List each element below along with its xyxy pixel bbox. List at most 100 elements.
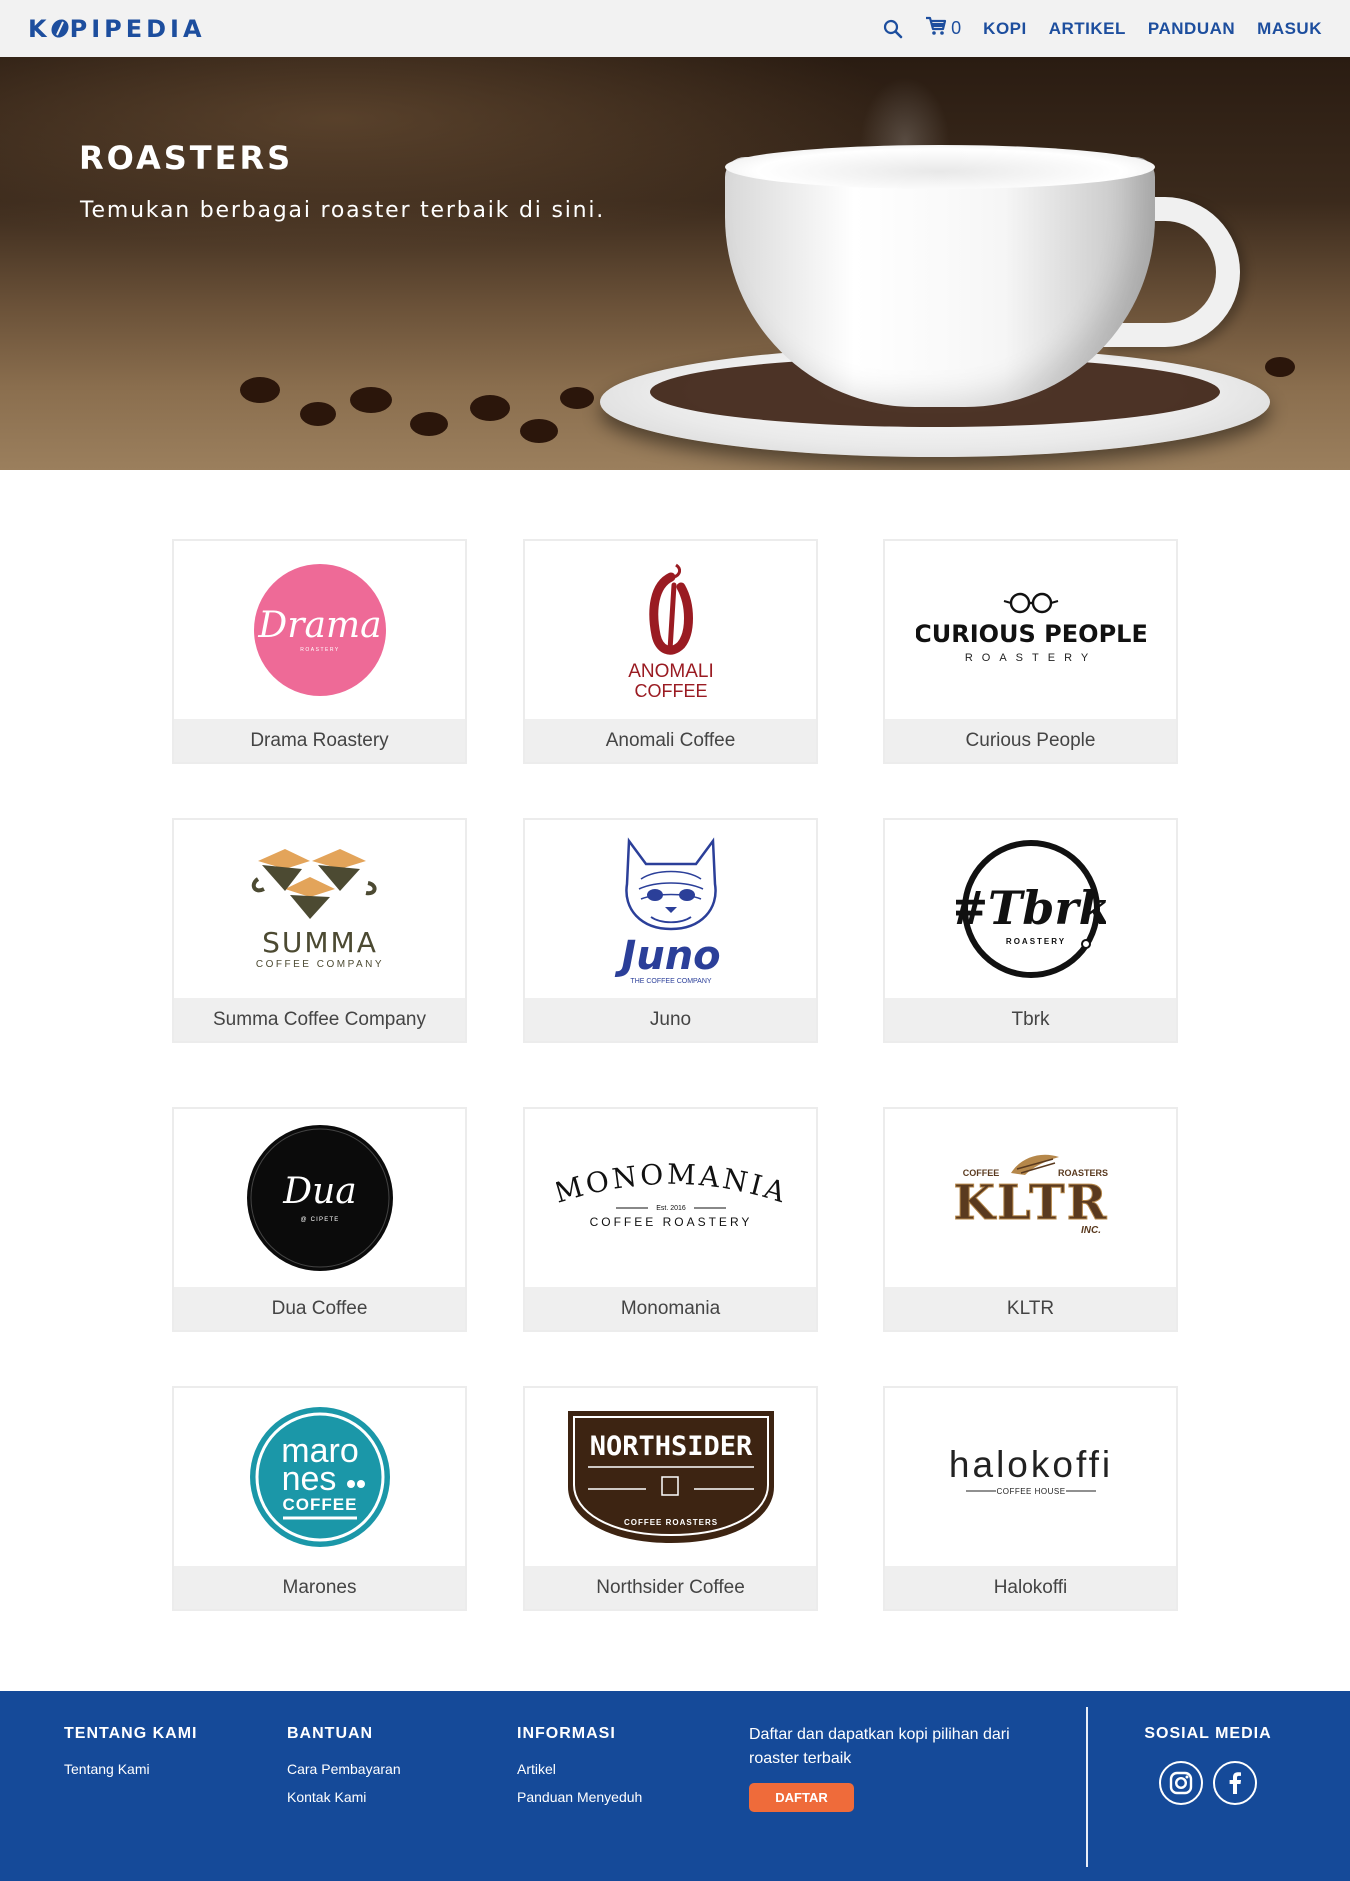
footer-link-kontak-kami[interactable]: Kontak Kami [287, 1789, 401, 1805]
footer-help: BANTUAN Cara Pembayaran Kontak Kami [287, 1725, 401, 1817]
footer-heading: TENTANG KAMI [64, 1725, 198, 1742]
hero-banner: ROASTERS Temukan berbagai roaster terbai… [0, 57, 1350, 470]
roaster-card-marones[interactable]: maro nes COFFEE Marones [172, 1386, 467, 1611]
svg-text:COFFEE ROASTERS: COFFEE ROASTERS [623, 1518, 717, 1527]
coffee-bean-decoration [300, 402, 336, 426]
roaster-card-monomania[interactable]: MONOMANIA Est. 2016 COFFEE ROASTERY Mono… [523, 1107, 818, 1332]
roaster-card-dua[interactable]: Dua @ CIPETE Dua Coffee [172, 1107, 467, 1332]
search-icon[interactable] [883, 19, 903, 39]
social-icons [1143, 1761, 1273, 1805]
roaster-name: Dua Coffee [174, 1287, 465, 1330]
roaster-name: Juno [525, 998, 816, 1041]
drama-logo: Drama ROASTERY [253, 564, 386, 696]
nav-panduan[interactable]: PANDUAN [1148, 19, 1235, 39]
roaster-name: Anomali Coffee [525, 719, 816, 762]
coffee-bean-decoration [410, 412, 448, 436]
tbrk-logo: #Tbrk ROASTERY [956, 840, 1106, 978]
footer-link-panduan-menyeduh[interactable]: Panduan Menyeduh [517, 1789, 642, 1805]
svg-text:INC.: INC. [1081, 1225, 1101, 1236]
svg-text:ROASTERY: ROASTERY [300, 647, 339, 653]
roaster-logo: COFFEE ROASTERS KLTR INC. [885, 1109, 1176, 1287]
svg-text:ANOMALI: ANOMALI [628, 661, 714, 682]
footer-heading: BANTUAN [287, 1725, 374, 1742]
coffee-bean-decoration [1265, 357, 1295, 377]
daftar-button[interactable]: DAFTAR [749, 1783, 854, 1812]
top-navbar: K PIPEDIA 0 KOPI ARTIKEL PANDUAN MASUK [0, 0, 1350, 57]
halokoffi-logo: halokoffi COFFEE HOUSE [948, 1444, 1112, 1496]
cart-icon [925, 16, 947, 41]
nav-masuk[interactable]: MASUK [1257, 19, 1322, 39]
northsider-logo: NORTHSIDER COFFEE ROASTERS [567, 1411, 774, 1543]
svg-text:COFFEE: COFFEE [634, 681, 707, 701]
svg-text:@ CIPETE: @ CIPETE [300, 1217, 339, 1223]
svg-text:COFFEE COMPANY: COFFEE COMPANY [255, 959, 383, 970]
cart-count: 0 [951, 18, 962, 38]
dua-logo: Dua @ CIPETE [246, 1125, 393, 1271]
svg-text:ROASTERY: ROASTERY [964, 652, 1096, 664]
svg-text:CURIOUS PEOPLE: CURIOUS PEOPLE [916, 620, 1146, 648]
footer-link-cara-pembayaran[interactable]: Cara Pembayaran [287, 1761, 401, 1777]
svg-text:MONOMANIA: MONOMANIA [556, 1158, 786, 1210]
facebook-icon[interactable] [1213, 1761, 1257, 1805]
footer-link-tentang-kami[interactable]: Tentang Kami [64, 1761, 197, 1777]
roaster-card-curious-people[interactable]: CURIOUS PEOPLE ROASTERY Curious People [883, 539, 1178, 764]
svg-text:ROASTERY: ROASTERY [1005, 937, 1065, 946]
roaster-name: Northsider Coffee [525, 1566, 816, 1609]
roaster-logo: #Tbrk ROASTERY [885, 820, 1176, 998]
site-logo[interactable]: K PIPEDIA [28, 15, 206, 43]
site-footer: TENTANG KAMI Tentang Kami BANTUAN Cara P… [0, 1691, 1350, 1881]
roaster-name: Halokoffi [885, 1566, 1176, 1609]
monomania-logo: MONOMANIA Est. 2016 COFFEE ROASTERY [556, 1158, 786, 1229]
roaster-logo: ANOMALI COFFEE [525, 541, 816, 719]
coffee-bean-decoration [520, 419, 558, 443]
nav-artikel[interactable]: ARTIKEL [1049, 19, 1126, 39]
roaster-name: Summa Coffee Company [174, 998, 465, 1041]
svg-text:#Tbrk: #Tbrk [956, 881, 1106, 935]
svg-text:Est. 2016: Est. 2016 [656, 1205, 686, 1212]
svg-text:COFFEE: COFFEE [282, 1495, 357, 1514]
page-subtitle: Temukan berbagai roaster terbaik di sini… [80, 198, 606, 223]
roaster-card-tbrk[interactable]: #Tbrk ROASTERY Tbrk [883, 818, 1178, 1043]
footer-link-artikel[interactable]: Artikel [517, 1761, 642, 1777]
footer-social: SOSIAL MEDIA [1143, 1725, 1273, 1805]
roaster-card-kltr[interactable]: COFFEE ROASTERS KLTR INC. KLTR [883, 1107, 1178, 1332]
cart-button[interactable]: 0 [925, 16, 961, 41]
svg-text:THE COFFEE COMPANY: THE COFFEE COMPANY [630, 978, 711, 985]
nav-kopi[interactable]: KOPI [983, 19, 1027, 39]
svg-text:COFFEE HOUSE: COFFEE HOUSE [996, 1487, 1065, 1496]
roaster-logo: halokoffi COFFEE HOUSE [885, 1388, 1176, 1566]
promo-text: Daftar dan dapatkan kopi pilihan dari ro… [749, 1726, 1010, 1767]
roaster-name: Drama Roastery [174, 719, 465, 762]
roaster-logo: Juno THE COFFEE COMPANY [525, 820, 816, 998]
roaster-card-summa[interactable]: SUMMA COFFEE COMPANY Summa Coffee Compan… [172, 818, 467, 1043]
svg-text:halokoffi: halokoffi [948, 1444, 1112, 1485]
roaster-logo: NORTHSIDER COFFEE ROASTERS [525, 1388, 816, 1566]
roaster-card-northsider[interactable]: NORTHSIDER COFFEE ROASTERS Northsider Co… [523, 1386, 818, 1611]
svg-text:Dua: Dua [282, 1171, 357, 1212]
roaster-card-halokoffi[interactable]: halokoffi COFFEE HOUSE Halokoffi [883, 1386, 1178, 1611]
roaster-card-drama[interactable]: Drama ROASTERY Drama Roastery [172, 539, 467, 764]
nav-right: 0 KOPI ARTIKEL PANDUAN MASUK [883, 16, 1322, 41]
footer-about: TENTANG KAMI Tentang Kami [64, 1725, 197, 1789]
svg-text:COFFEE ROASTERY: COFFEE ROASTERY [589, 1215, 752, 1229]
roaster-logo: SUMMA COFFEE COMPANY [174, 820, 465, 998]
coffee-bean-decoration [470, 395, 510, 421]
instagram-icon[interactable] [1159, 1761, 1203, 1805]
page-title: ROASTERS [79, 139, 294, 177]
coffee-bean-decoration [240, 377, 280, 403]
roaster-card-juno[interactable]: Juno THE COFFEE COMPANY Juno [523, 818, 818, 1043]
roaster-name: Tbrk [885, 998, 1176, 1041]
curious-people-logo: CURIOUS PEOPLE ROASTERY [916, 592, 1146, 664]
marones-logo: maro nes COFFEE [249, 1407, 390, 1547]
kltr-logo: COFFEE ROASTERS KLTR INC. [952, 1154, 1108, 1236]
footer-divider [1086, 1707, 1088, 1867]
roaster-card-anomali[interactable]: ANOMALI COFFEE Anomali Coffee [523, 539, 818, 764]
roaster-name: KLTR [885, 1287, 1176, 1330]
roaster-name: Monomania [525, 1287, 816, 1330]
svg-text:Drama: Drama [257, 605, 381, 646]
cup-rim-image [725, 145, 1155, 189]
svg-text:SUMMA: SUMMA [262, 926, 378, 959]
svg-text:NORTHSIDER: NORTHSIDER [589, 1431, 752, 1462]
svg-text:KLTR: KLTR [953, 1175, 1108, 1231]
coffee-bean-decoration [350, 387, 392, 413]
